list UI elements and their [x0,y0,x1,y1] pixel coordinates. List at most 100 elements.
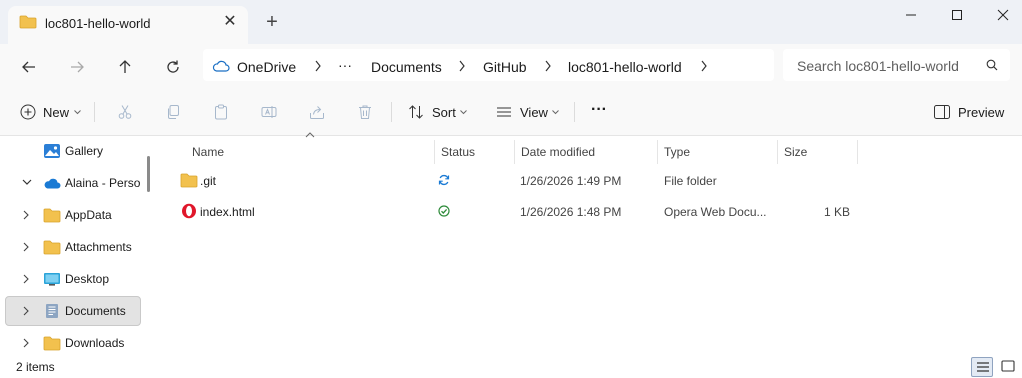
more-options-button[interactable]: ··· [590,100,614,124]
new-tab-button[interactable]: + [262,12,282,32]
back-button[interactable] [14,52,44,82]
sidebar-item-downloads[interactable]: Downloads [5,328,141,358]
file-size: 1 KB [823,205,850,219]
tab-active[interactable]: loc801-hello-world ✕ [8,6,248,44]
refresh-button[interactable] [158,52,188,82]
chevron-right-icon [23,242,29,252]
column-header-label: Date modified [521,145,596,159]
sidebar-item-label: AppData [65,208,112,222]
sort-label: Sort [432,105,456,120]
minimize-icon [906,14,916,16]
folder-icon [43,239,61,255]
details-view-icon [977,362,989,372]
column-header-label: Status [441,145,476,159]
column-header-label: Size [784,145,808,159]
opera-icon [180,203,198,219]
sort-button[interactable]: Sort [406,100,470,124]
tiles-view-button[interactable] [997,357,1019,377]
breadcrumb-overflow[interactable]: ··· [338,57,352,73]
column-header-label: Type [664,145,691,159]
chevron-down-icon [460,110,467,115]
minimize-button[interactable] [888,4,934,26]
folder-icon [43,335,61,351]
view-list-icon [497,107,511,117]
up-button[interactable] [110,52,140,82]
documents-icon [43,303,61,319]
divider [94,102,95,122]
column-header-name[interactable]: Name [180,140,434,164]
folder-icon [19,15,37,29]
sidebar-item-label: Documents [65,304,126,318]
chevron-down-icon [74,110,81,115]
sidebar-item-onedrive-personal[interactable]: Alaina - Personal [5,168,141,198]
file-type: Opera Web Docu... [664,205,767,219]
file-name: index.html [200,205,255,219]
sidebar-item-appdata[interactable]: AppData [5,200,141,230]
sidebar-item-label: Attachments [65,240,132,254]
details-view-button[interactable] [971,357,993,377]
column-header-size[interactable]: Size [778,140,857,164]
onedrive-cloud-icon [212,60,230,75]
paste-button[interactable] [209,100,233,124]
chevron-right-icon [23,210,29,220]
sidebar-item-documents[interactable]: Documents [5,296,141,326]
close-window-button[interactable] [980,4,1022,26]
sidebar-scrollbar[interactable] [147,156,150,192]
column-header-status[interactable]: Status [435,140,514,164]
breadcrumb-github[interactable]: GitHub [483,59,527,75]
folder-icon [180,172,198,188]
file-name: .git [200,174,217,188]
divider [391,102,392,122]
forward-arrow-icon [71,61,84,73]
file-date-modified: 1/26/2026 1:48 PM [520,205,622,219]
new-label: New [43,105,70,120]
up-arrow-icon [119,60,131,73]
breadcrumb-documents[interactable]: Documents [371,59,442,75]
breadcrumb-current-folder[interactable]: loc801-hello-world [568,59,682,75]
view-label: View [520,105,548,120]
delete-button[interactable] [353,100,377,124]
column-divider[interactable] [857,140,858,164]
search-box[interactable]: Search loc801-hello-world [783,49,1010,81]
navigation-pane: Gallery Alaina - Personal AppData Attach… [0,136,158,356]
search-input[interactable]: Search loc801-hello-world [797,58,959,74]
share-icon [310,106,324,119]
column-header-type[interactable]: Type [658,140,777,164]
gallery-icon [43,143,61,159]
preview-pane-icon [934,105,950,119]
sidebar-item-desktop[interactable]: Desktop [5,264,141,294]
trash-icon [359,105,371,119]
close-tab-button[interactable]: ✕ [222,14,238,30]
rename-icon [261,106,277,118]
search-icon [986,59,998,71]
copy-icon [168,105,179,119]
sort-icon [409,105,423,119]
rename-button[interactable] [257,100,281,124]
address-bar[interactable]: OneDrive ··· Documents GitHub loc801-hel… [203,49,774,81]
chevron-right-icon [701,60,707,72]
cut-button[interactable] [113,100,137,124]
share-button[interactable] [305,100,329,124]
sidebar-item-gallery[interactable]: Gallery [5,136,141,166]
breadcrumb-onedrive[interactable]: OneDrive [237,59,296,75]
tiles-view-icon [1001,360,1015,372]
maximize-button[interactable] [934,4,980,26]
forward-button[interactable] [62,52,92,82]
column-header-date-modified[interactable]: Date modified [515,140,657,164]
sidebar-item-label: Downloads [65,336,125,350]
refresh-icon [167,60,179,73]
sidebar-item-attachments[interactable]: Attachments [5,232,141,262]
new-button[interactable]: New [18,100,84,124]
chevron-right-icon [23,274,29,284]
sidebar-item-label: Gallery [65,144,104,158]
table-row-index-html[interactable]: index.html 1/26/2026 1:48 PM Opera Web D… [174,197,864,225]
clipboard-icon [215,104,227,120]
view-button[interactable]: View [494,100,562,124]
sync-pending-icon [438,174,450,189]
chevron-down-icon [552,110,559,115]
preview-pane-button[interactable]: Preview [932,100,1004,124]
copy-button[interactable] [161,100,185,124]
sidebar-item-label: Alaina - Personal [65,176,141,190]
table-row-git[interactable]: .git 1/26/2026 1:49 PM File folder [174,166,864,194]
status-bar: 2 items [0,356,1022,378]
